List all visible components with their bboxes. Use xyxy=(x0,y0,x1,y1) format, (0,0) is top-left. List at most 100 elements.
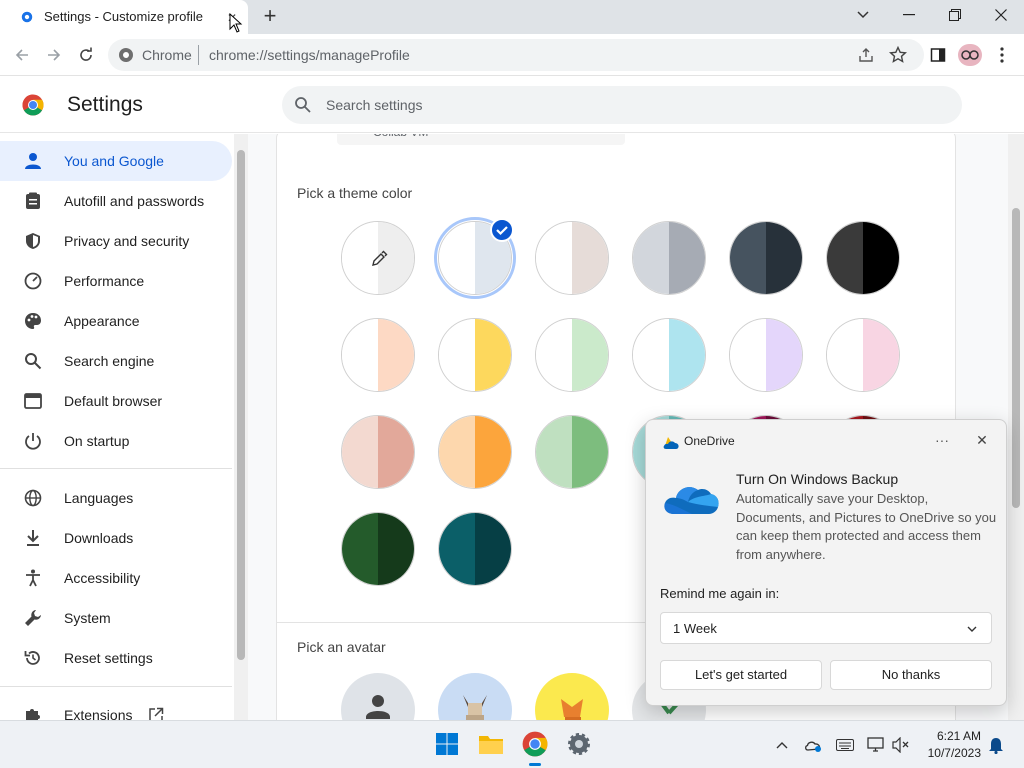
theme-color-heading: Pick a theme color xyxy=(297,185,413,201)
sidebar-item-label: Privacy and security xyxy=(64,233,190,249)
main-scrollbar[interactable] xyxy=(1008,134,1024,720)
settings-taskbar-button[interactable] xyxy=(564,729,594,759)
sidebar-item-default-browser[interactable]: Default browser xyxy=(0,381,232,421)
swatch-right-half xyxy=(475,513,511,585)
swatch-right-half xyxy=(766,319,802,391)
theme-color-swatch[interactable] xyxy=(535,221,609,295)
chrome-taskbar-button[interactable] xyxy=(520,729,550,766)
person-icon xyxy=(25,153,41,169)
sidebar-item-performance[interactable]: Performance xyxy=(0,261,232,301)
remind-interval-select[interactable]: 1 Week xyxy=(660,612,992,644)
browser-toolbar: Chrome chrome://settings/manageProfile xyxy=(0,34,1024,76)
gauge-icon xyxy=(24,272,42,290)
tab-search-button[interactable] xyxy=(840,0,886,30)
sidebar-item-label: Appearance xyxy=(64,313,140,329)
sidebar-item-label: On startup xyxy=(64,433,130,449)
clock-time[interactable]: 6:21 AM xyxy=(933,729,981,743)
sidebar-item-reset[interactable]: Reset settings xyxy=(0,638,232,678)
cloud-icon xyxy=(805,741,821,752)
window-close-button[interactable] xyxy=(978,0,1024,30)
profile-avatar-button[interactable] xyxy=(958,44,982,66)
minimize-button[interactable] xyxy=(886,0,932,30)
active-app-indicator xyxy=(529,763,541,766)
sidebar-item-on-startup[interactable]: On startup xyxy=(0,421,232,461)
address-bar[interactable]: Chrome chrome://settings/manageProfile xyxy=(108,39,924,71)
main-scrollbar-thumb[interactable] xyxy=(1012,208,1020,508)
share-button[interactable] xyxy=(854,43,878,67)
avatar-option-fox[interactable] xyxy=(535,673,609,720)
theme-color-swatch[interactable] xyxy=(341,318,415,392)
network-tray-button[interactable] xyxy=(866,735,886,755)
swatch-right-half xyxy=(669,222,705,294)
theme-color-swatch[interactable] xyxy=(341,512,415,586)
lets-get-started-button[interactable]: Let's get started xyxy=(660,660,822,690)
menu-button[interactable] xyxy=(990,43,1014,67)
swatch-left-half xyxy=(342,513,378,585)
url-scheme-label: Chrome xyxy=(142,47,192,63)
sidebar-scrollbar[interactable] xyxy=(234,134,248,720)
show-hidden-icons-button[interactable] xyxy=(772,735,792,755)
sidebar-item-you-and-google[interactable]: You and Google xyxy=(0,141,232,181)
keyboard-tray-button[interactable] xyxy=(835,735,855,755)
clock-date[interactable]: 10/7/2023 xyxy=(921,746,981,760)
star-icon xyxy=(889,46,907,63)
volume-tray-button[interactable] xyxy=(891,735,911,755)
keyboard-icon xyxy=(836,739,854,751)
profile-name-field[interactable]: Collab VM xyxy=(337,134,625,145)
custom-color-swatch[interactable] xyxy=(341,221,415,295)
theme-color-swatch[interactable] xyxy=(535,318,609,392)
no-thanks-button[interactable]: No thanks xyxy=(830,660,992,690)
sidebar-item-appearance[interactable]: Appearance xyxy=(0,301,232,341)
chrome-icon xyxy=(119,48,133,62)
back-button[interactable] xyxy=(10,43,34,67)
restore-icon xyxy=(949,9,961,21)
more-options-button[interactable]: ··· xyxy=(932,432,952,448)
sidebar-item-accessibility[interactable]: Accessibility xyxy=(0,558,232,598)
avatar-option-default[interactable] xyxy=(341,673,415,720)
theme-color-swatch[interactable] xyxy=(632,318,706,392)
theme-color-swatch[interactable] xyxy=(341,415,415,489)
chevron-down-icon xyxy=(857,11,869,19)
theme-color-swatch[interactable] xyxy=(826,318,900,392)
download-icon xyxy=(27,530,39,546)
url-text[interactable]: chrome://settings/manageProfile xyxy=(209,47,410,63)
sidebar-item-search-engine[interactable]: Search engine xyxy=(0,341,232,381)
sidebar-item-extensions[interactable]: Extensions xyxy=(0,695,232,720)
onedrive-body: Automatically save your Desktop, Documen… xyxy=(736,491,997,562)
theme-color-swatch[interactable] xyxy=(438,318,512,392)
swatch-right-half xyxy=(572,416,608,488)
new-tab-button[interactable]: + xyxy=(258,5,282,29)
sidebar-item-autofill[interactable]: Autofill and passwords xyxy=(0,181,232,221)
theme-color-swatch[interactable] xyxy=(729,221,803,295)
search-settings-input[interactable]: Search settings xyxy=(282,86,962,124)
sidebar-scrollbar-thumb[interactable] xyxy=(237,150,245,660)
onedrive-close-button[interactable]: ✕ xyxy=(974,432,990,448)
start-button[interactable] xyxy=(432,729,462,759)
fox-avatar-icon xyxy=(561,699,583,720)
theme-color-swatch[interactable] xyxy=(632,221,706,295)
theme-color-swatch[interactable] xyxy=(826,221,900,295)
swatch-left-half xyxy=(342,416,378,488)
onedrive-tray-button[interactable] xyxy=(803,735,823,755)
theme-color-swatch[interactable] xyxy=(438,512,512,586)
theme-color-swatch[interactable] xyxy=(535,415,609,489)
forward-button[interactable] xyxy=(42,43,66,67)
theme-color-swatch[interactable] xyxy=(729,318,803,392)
restore-button[interactable] xyxy=(932,0,978,30)
sidebar-item-downloads[interactable]: Downloads xyxy=(0,518,232,558)
swatch-left-half xyxy=(342,319,378,391)
side-panel-button[interactable] xyxy=(926,43,950,67)
notifications-button[interactable] xyxy=(986,735,1006,755)
tab-settings[interactable]: Settings - Customize profile ✕ xyxy=(0,0,248,34)
theme-color-swatch[interactable] xyxy=(438,415,512,489)
checkmark-icon xyxy=(490,218,514,242)
file-explorer-button[interactable] xyxy=(476,729,506,759)
sidebar-item-privacy[interactable]: Privacy and security xyxy=(0,221,232,261)
bookmark-button[interactable] xyxy=(886,43,910,67)
sidebar-item-system[interactable]: System xyxy=(0,598,232,638)
minimize-icon xyxy=(903,14,915,16)
onedrive-small-icon xyxy=(663,437,679,449)
reload-button[interactable] xyxy=(74,43,98,67)
sidebar-item-languages[interactable]: Languages xyxy=(0,478,232,518)
avatar-option-cat[interactable] xyxy=(438,673,512,720)
